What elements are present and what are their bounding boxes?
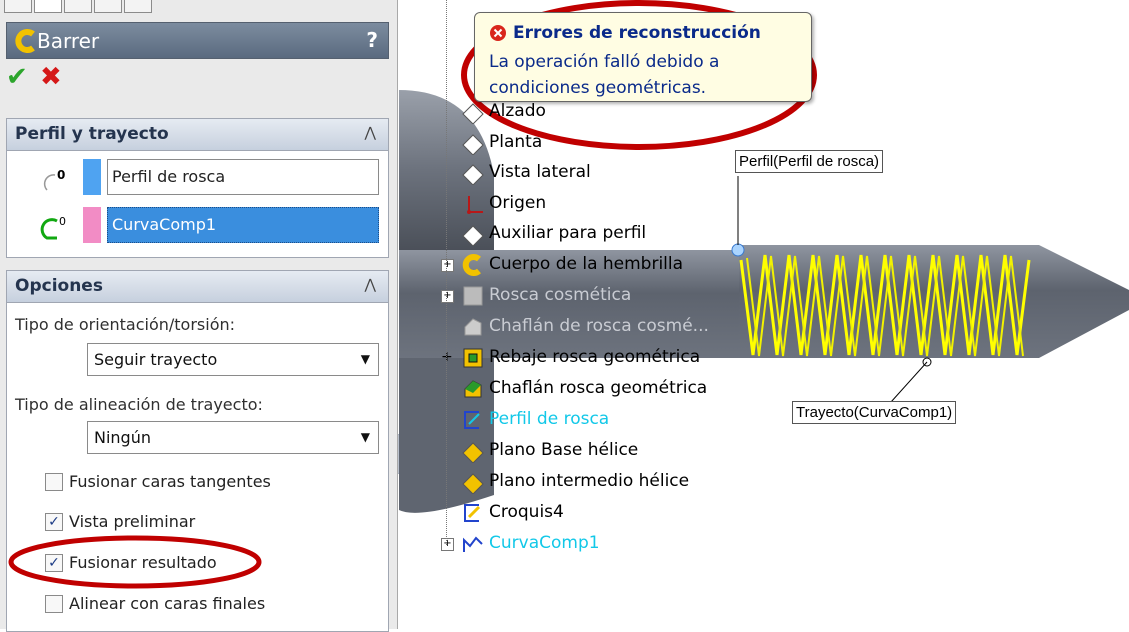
collapse-chevron-icon[interactable]: ⋀ [365,125,376,141]
error-icon [490,25,506,41]
tab-dimxpert-manager[interactable] [94,0,122,13]
path-leader [890,361,928,403]
checkbox-box[interactable]: ✓ [45,513,63,531]
path-selection-row: 0 CurvaComp1 [7,207,388,247]
plane-icon [462,473,484,494]
tree-item-label: Croquis4 [489,502,564,522]
profile-point-icon[interactable] [731,243,745,257]
tree-item-label: Plano intermedio hélice [489,471,690,491]
checkbox-box[interactable] [45,473,63,491]
cosmetic-thread-icon [463,286,483,306]
collapse-chevron-icon[interactable]: ⋀ [365,277,376,293]
tab-configuration-manager[interactable] [64,0,92,13]
tab-display-manager[interactable] [124,0,152,13]
profile-path-group: Perfil y trayecto ⋀ 0 Perfil de rosca 0 … [6,118,389,258]
sketch-icon [464,411,480,429]
manager-tabstrip [0,0,258,16]
tree-item-label: Auxiliar para perfil [489,223,647,243]
alignment-value: Ningún [94,428,151,447]
tab-property-manager[interactable] [34,0,62,13]
sweep-icon [15,29,35,53]
checkbox-label: Fusionar caras tangentes [69,472,271,491]
tree-item-label: Alzado [489,101,546,121]
options-group-header[interactable]: Opciones ⋀ [7,271,388,303]
checkbox-label: Fusionar resultado [69,553,217,572]
composite-curve-icon [463,536,483,552]
tree-item-label: Chaflán rosca geométrica [489,378,708,398]
dropdown-arrow-icon: ▼ [360,430,370,444]
cancel-button[interactable]: ✖ [40,62,62,92]
feature-title: Barrer [37,29,100,53]
orientation-value: Seguir trayecto [94,350,218,369]
alignment-dropdown[interactable]: Ningún ▼ [87,421,379,454]
profile-color-swatch [83,159,101,195]
dropdown-arrow-icon: ▼ [360,352,370,366]
profile-icon: 0 [43,168,65,191]
profile-path-group-header[interactable]: Perfil y trayecto ⋀ [7,119,388,151]
property-manager-panel: Barrer ? ✔ ✖ Perfil y trayecto ⋀ 0 Perfi… [0,0,398,632]
tree-item-label: Plano Base hélice [489,440,639,460]
orientation-dropdown[interactable]: Seguir trayecto ▼ [87,343,379,376]
graphics-area[interactable]: Errores de reconstrucción La operación f… [399,0,1129,629]
rebuild-error-tooltip: Errores de reconstrucción La operación f… [474,12,812,102]
tree-item-label: Chaflán de rosca cosmé... [489,316,709,336]
revolve-icon [462,254,481,276]
tree-item-label: Cuerpo de la hembrilla [489,254,684,274]
plane-icon [462,225,484,246]
property-manager-titlebar: Barrer ? [6,22,389,59]
plane-icon [462,103,484,124]
profile-selection-box[interactable]: Perfil de rosca [107,159,379,195]
profile-selection-row: 0 Perfil de rosca [7,159,388,199]
tree-item-label: CurvaComp1 [489,533,600,553]
chamfer-icon [464,318,482,336]
tab-feature-manager[interactable] [4,0,32,13]
sketch-icon [464,504,481,522]
tooltip-title: Errores de reconstrucción [513,23,761,43]
plane-icon [462,164,484,185]
tree-item-label: Rosca cosmética [489,285,632,305]
checkbox-box[interactable] [45,595,63,613]
chamfer-icon [464,380,482,398]
cut-icon [463,348,483,368]
alignment-label: Tipo de alineación de trayecto: [15,395,263,414]
tree-item-label: Perfil de rosca [489,409,610,429]
ok-button[interactable]: ✔ [6,62,28,92]
group-title: Perfil y trayecto [15,124,169,144]
svg-text:0: 0 [57,168,65,182]
origin-icon [467,196,483,214]
group-title: Opciones [15,276,103,296]
options-group: Opciones ⋀ Tipo de orientación/torsión: … [6,270,389,632]
path-icon: 0 [40,215,66,240]
checkbox-box[interactable]: ✓ [45,554,63,572]
profile-callout[interactable]: Perfil(Perfil de rosca) [735,150,884,173]
path-selection-box[interactable]: CurvaComp1 [107,207,379,243]
plane-icon [462,442,484,463]
orientation-label: Tipo de orientación/torsión: [15,315,236,334]
tree-item-label: Vista lateral [489,162,591,182]
tree-connector [446,0,448,545]
tree-item-label: Rebaje rosca geométrica [489,347,701,367]
path-color-swatch [83,207,101,243]
path-callout[interactable]: Trayecto(CurvaComp1) [792,401,957,424]
tooltip-message: La operación falló debido a condiciones … [489,52,720,98]
tree-item-label: Planta [489,132,543,152]
plane-icon [462,134,484,155]
checkbox-label: Alinear con caras finales [69,594,266,613]
help-button[interactable]: ? [366,28,378,52]
svg-text:0: 0 [59,215,66,228]
checkbox-label: Vista preliminar [69,512,196,531]
tree-item-label: Origen [489,193,547,213]
